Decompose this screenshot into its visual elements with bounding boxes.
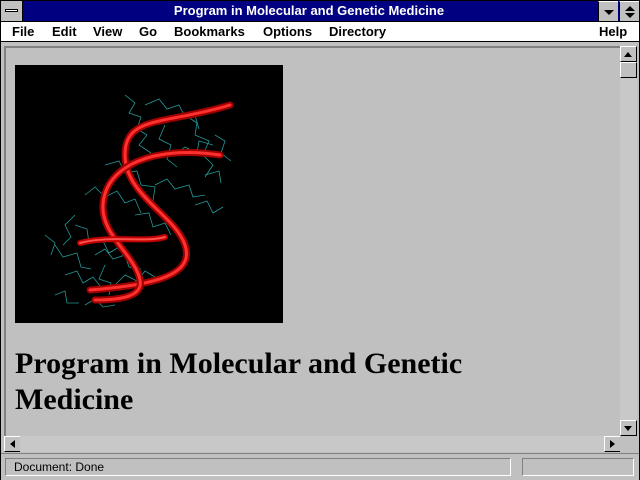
dna-helix-image — [15, 65, 283, 323]
page-heading: Program in Molecular and Genetic Medicin… — [15, 347, 463, 416]
document-view[interactable]: Program in Molecular and Genetic Medicin… — [4, 46, 620, 436]
system-menu-icon — [5, 9, 18, 12]
system-menu-button[interactable] — [1, 1, 23, 21]
scroll-right-button[interactable] — [604, 436, 621, 452]
menu-edit[interactable]: Edit — [52, 23, 77, 40]
vertical-scrollbar[interactable] — [620, 46, 637, 436]
menu-go[interactable]: Go — [139, 23, 157, 40]
title-bar: Program in Molecular and Genetic Medicin… — [0, 0, 640, 22]
restore-down-icon — [625, 13, 635, 18]
maximize-button[interactable] — [619, 1, 639, 21]
menu-view[interactable]: View — [93, 23, 122, 40]
scroll-down-button[interactable] — [620, 420, 637, 436]
vertical-scroll-thumb[interactable] — [620, 62, 637, 78]
arrow-right-icon — [610, 440, 615, 448]
minimize-icon — [604, 10, 614, 15]
minimize-button[interactable] — [598, 1, 618, 21]
window-title: Program in Molecular and Genetic Medicin… — [173, 3, 445, 18]
restore-up-icon — [625, 6, 635, 11]
menu-options[interactable]: Options — [263, 23, 312, 40]
dna-helix-graphic — [44, 94, 234, 308]
menu-help[interactable]: Help — [599, 23, 627, 40]
progress-indicator — [522, 458, 634, 476]
menu-bookmarks[interactable]: Bookmarks — [174, 23, 245, 40]
status-text: Document: Done — [5, 458, 511, 476]
scroll-left-button[interactable] — [4, 436, 21, 452]
menu-directory[interactable]: Directory — [329, 23, 386, 40]
scrollbar-corner — [620, 436, 637, 452]
horizontal-scrollbar[interactable] — [4, 436, 621, 452]
arrow-left-icon — [10, 440, 15, 448]
scroll-up-button[interactable] — [620, 46, 637, 62]
arrow-down-icon — [624, 426, 632, 431]
status-bar: Document: Done — [1, 453, 639, 479]
vertical-scroll-track[interactable] — [620, 62, 637, 420]
menu-bar: File Edit View Go Bookmarks Options Dire… — [0, 22, 640, 42]
menu-file[interactable]: File — [12, 23, 34, 40]
horizontal-scroll-track[interactable] — [20, 436, 604, 452]
arrow-up-icon — [624, 52, 632, 57]
browser-frame: Program in Molecular and Genetic Medicin… — [0, 42, 640, 480]
